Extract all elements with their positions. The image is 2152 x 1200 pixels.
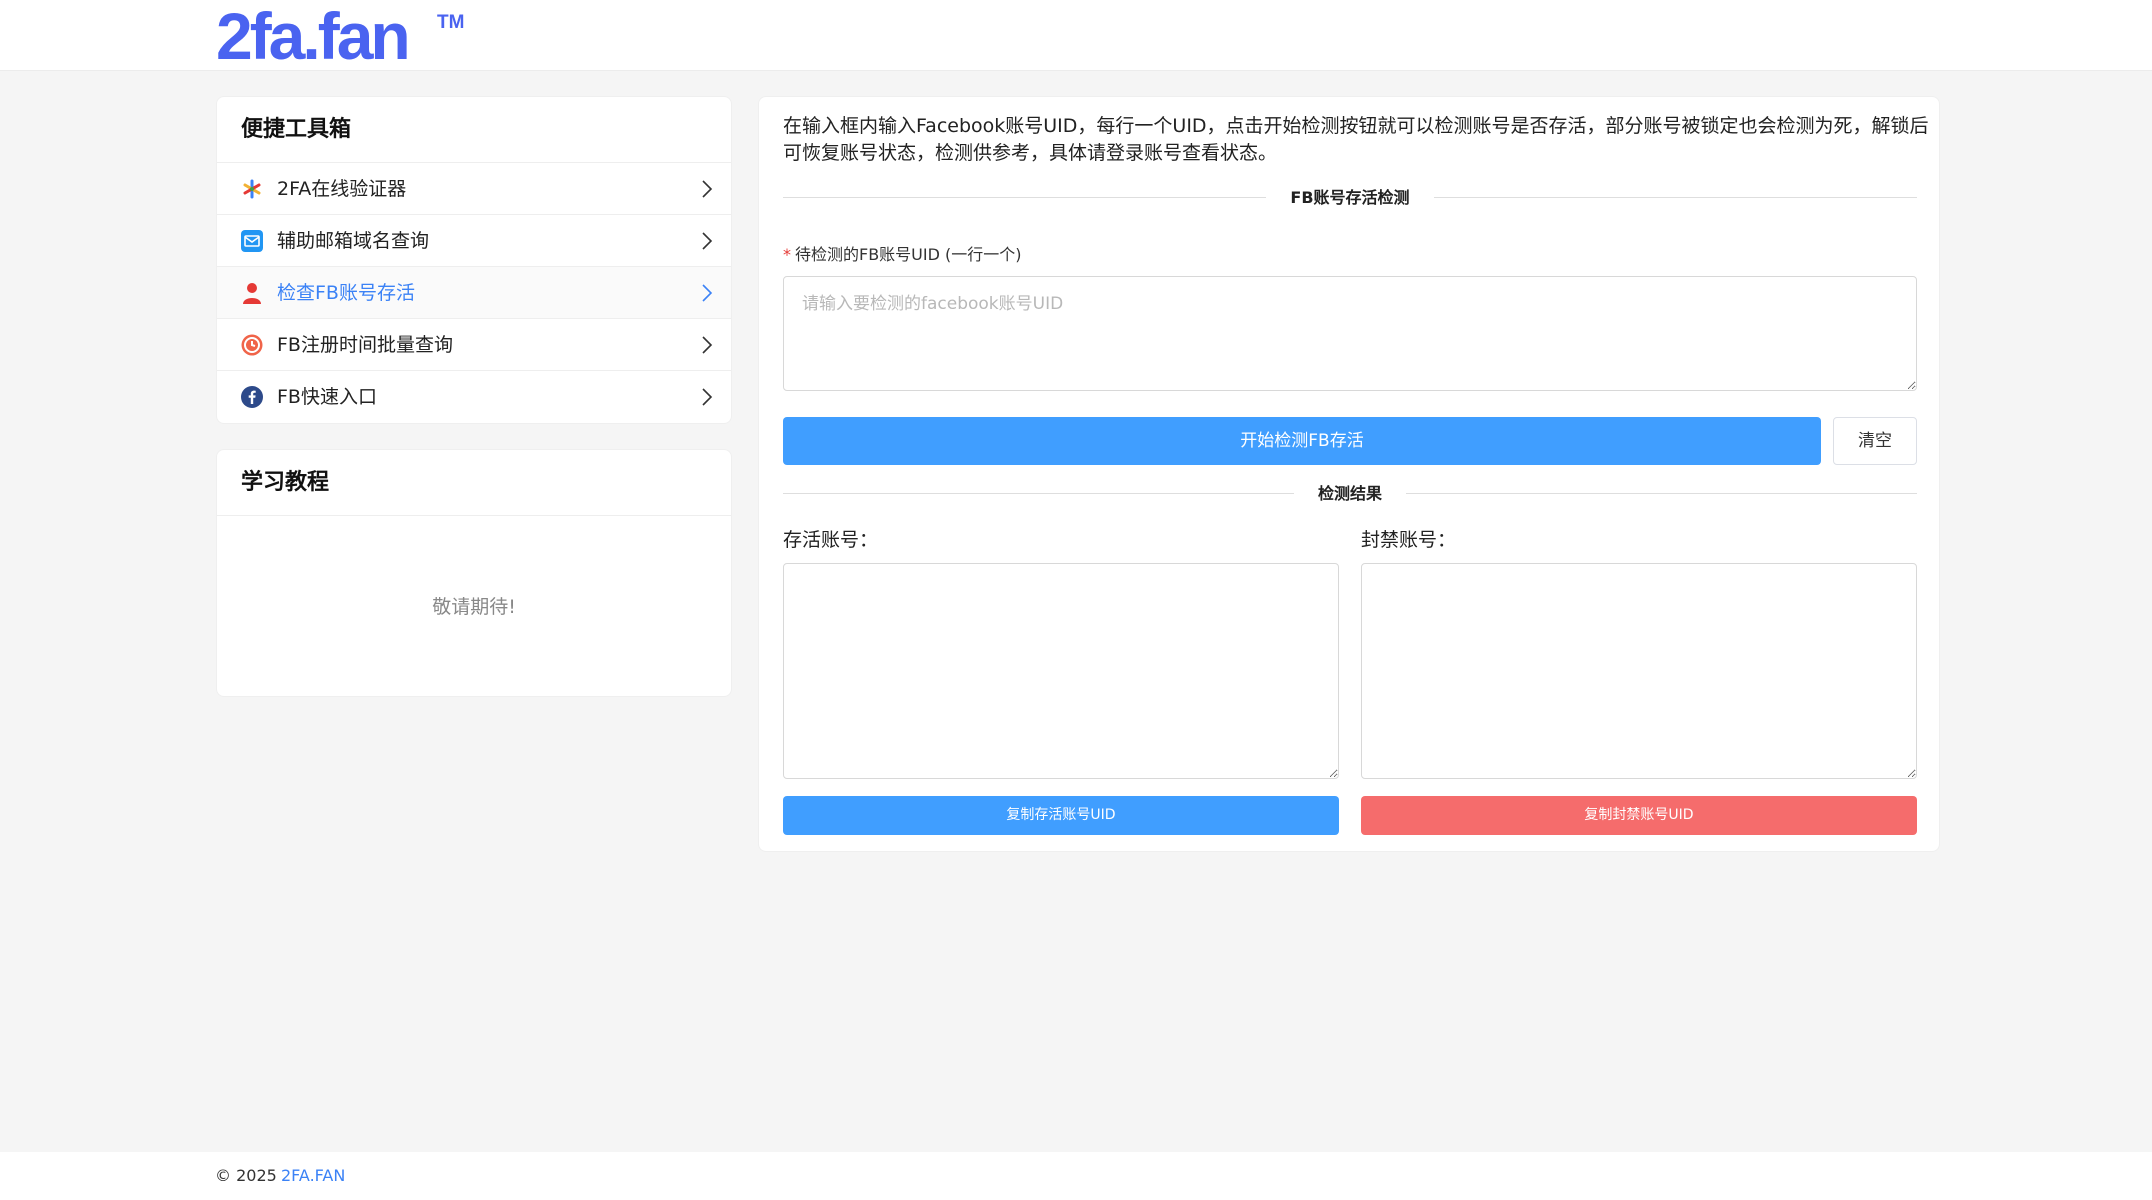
chevron-right-icon bbox=[702, 388, 713, 406]
uid-label-text: 待检测的FB账号UID (一行一个) bbox=[795, 245, 1022, 264]
main-panel: 在输入框内输入Facebook账号UID，每行一个UID，点击开始检测按钮就可以… bbox=[758, 96, 1940, 852]
alive-label: 存活账号： bbox=[783, 529, 879, 551]
required-mark: * bbox=[783, 245, 791, 264]
facebook-icon bbox=[241, 386, 263, 408]
alive-accounts-output[interactable] bbox=[783, 563, 1339, 779]
clock-icon bbox=[241, 334, 263, 356]
menu-item-mail-domain-lookup[interactable]: 辅助邮箱域名查询 bbox=[217, 215, 731, 267]
menu-item-fb-reg-time-query[interactable]: FB注册时间批量查询 bbox=[217, 319, 731, 371]
trademark-mark: TM bbox=[437, 12, 465, 33]
menu-item-label: 检查FB账号存活 bbox=[277, 282, 415, 304]
start-check-button[interactable]: 开始检测FB存活 bbox=[783, 417, 1821, 465]
toolbox-card: 便捷工具箱 2FA在线验证器 辅助邮箱域名查询 检查FB账号存活 FB注册时间批… bbox=[216, 96, 732, 424]
site-logo[interactable]: 2fa.fan bbox=[216, 0, 411, 72]
banned-label: 封禁账号： bbox=[1361, 529, 1457, 551]
section-title: FB账号存活检测 bbox=[1266, 188, 1434, 207]
menu-item-label: 2FA在线验证器 bbox=[277, 178, 407, 200]
result-title: 检测结果 bbox=[1293, 484, 1406, 503]
tool-description: 在输入框内输入Facebook账号UID，每行一个UID，点击开始检测按钮就可以… bbox=[783, 115, 1929, 164]
user-icon bbox=[243, 283, 261, 304]
chevron-right-icon bbox=[702, 336, 713, 354]
toolbox-menu: 2FA在线验证器 辅助邮箱域名查询 检查FB账号存活 FB注册时间批量查询 FB… bbox=[217, 163, 731, 423]
copy-alive-button[interactable]: 复制存活账号UID bbox=[783, 796, 1339, 835]
menu-item-2fa-authenticator[interactable]: 2FA在线验证器 bbox=[217, 163, 731, 215]
menu-item-label: FB注册时间批量查询 bbox=[277, 334, 453, 356]
banned-accounts-output[interactable] bbox=[1361, 563, 1917, 779]
section-divider: FB账号存活检测 bbox=[783, 183, 1917, 213]
uid-field-label: * 待检测的FB账号UID (一行一个) bbox=[783, 241, 1022, 265]
copy-banned-button[interactable]: 复制封禁账号UID bbox=[1361, 796, 1917, 835]
chevron-right-icon bbox=[702, 232, 713, 250]
result-divider: 检测结果 bbox=[783, 479, 1917, 509]
menu-item-label: FB快速入口 bbox=[277, 386, 377, 408]
tutorial-empty-text: 敬请期待! bbox=[432, 596, 516, 618]
uid-input[interactable] bbox=[783, 276, 1917, 391]
chevron-right-icon bbox=[702, 284, 713, 302]
tutorial-card: 学习教程 敬请期待! bbox=[216, 449, 732, 697]
mail-icon bbox=[241, 230, 263, 252]
page-footer: © 2025 2FA.FAN bbox=[0, 1152, 2152, 1200]
clear-button[interactable]: 清空 bbox=[1833, 417, 1917, 465]
top-header: 2fa.fan TM bbox=[0, 0, 2152, 72]
menu-item-label: 辅助邮箱域名查询 bbox=[277, 230, 430, 252]
toolbox-title: 便捷工具箱 bbox=[217, 97, 731, 163]
footer-brand-link[interactable]: 2FA.FAN bbox=[281, 1166, 345, 1185]
copyright-text: © 2025 bbox=[215, 1166, 277, 1185]
tutorial-title: 学习教程 bbox=[217, 450, 731, 516]
chevron-right-icon bbox=[702, 180, 713, 198]
asterisk-icon bbox=[243, 179, 261, 199]
menu-item-fb-quick-entry[interactable]: FB快速入口 bbox=[217, 371, 731, 423]
menu-item-fb-alive-check[interactable]: 检查FB账号存活 bbox=[217, 267, 731, 319]
